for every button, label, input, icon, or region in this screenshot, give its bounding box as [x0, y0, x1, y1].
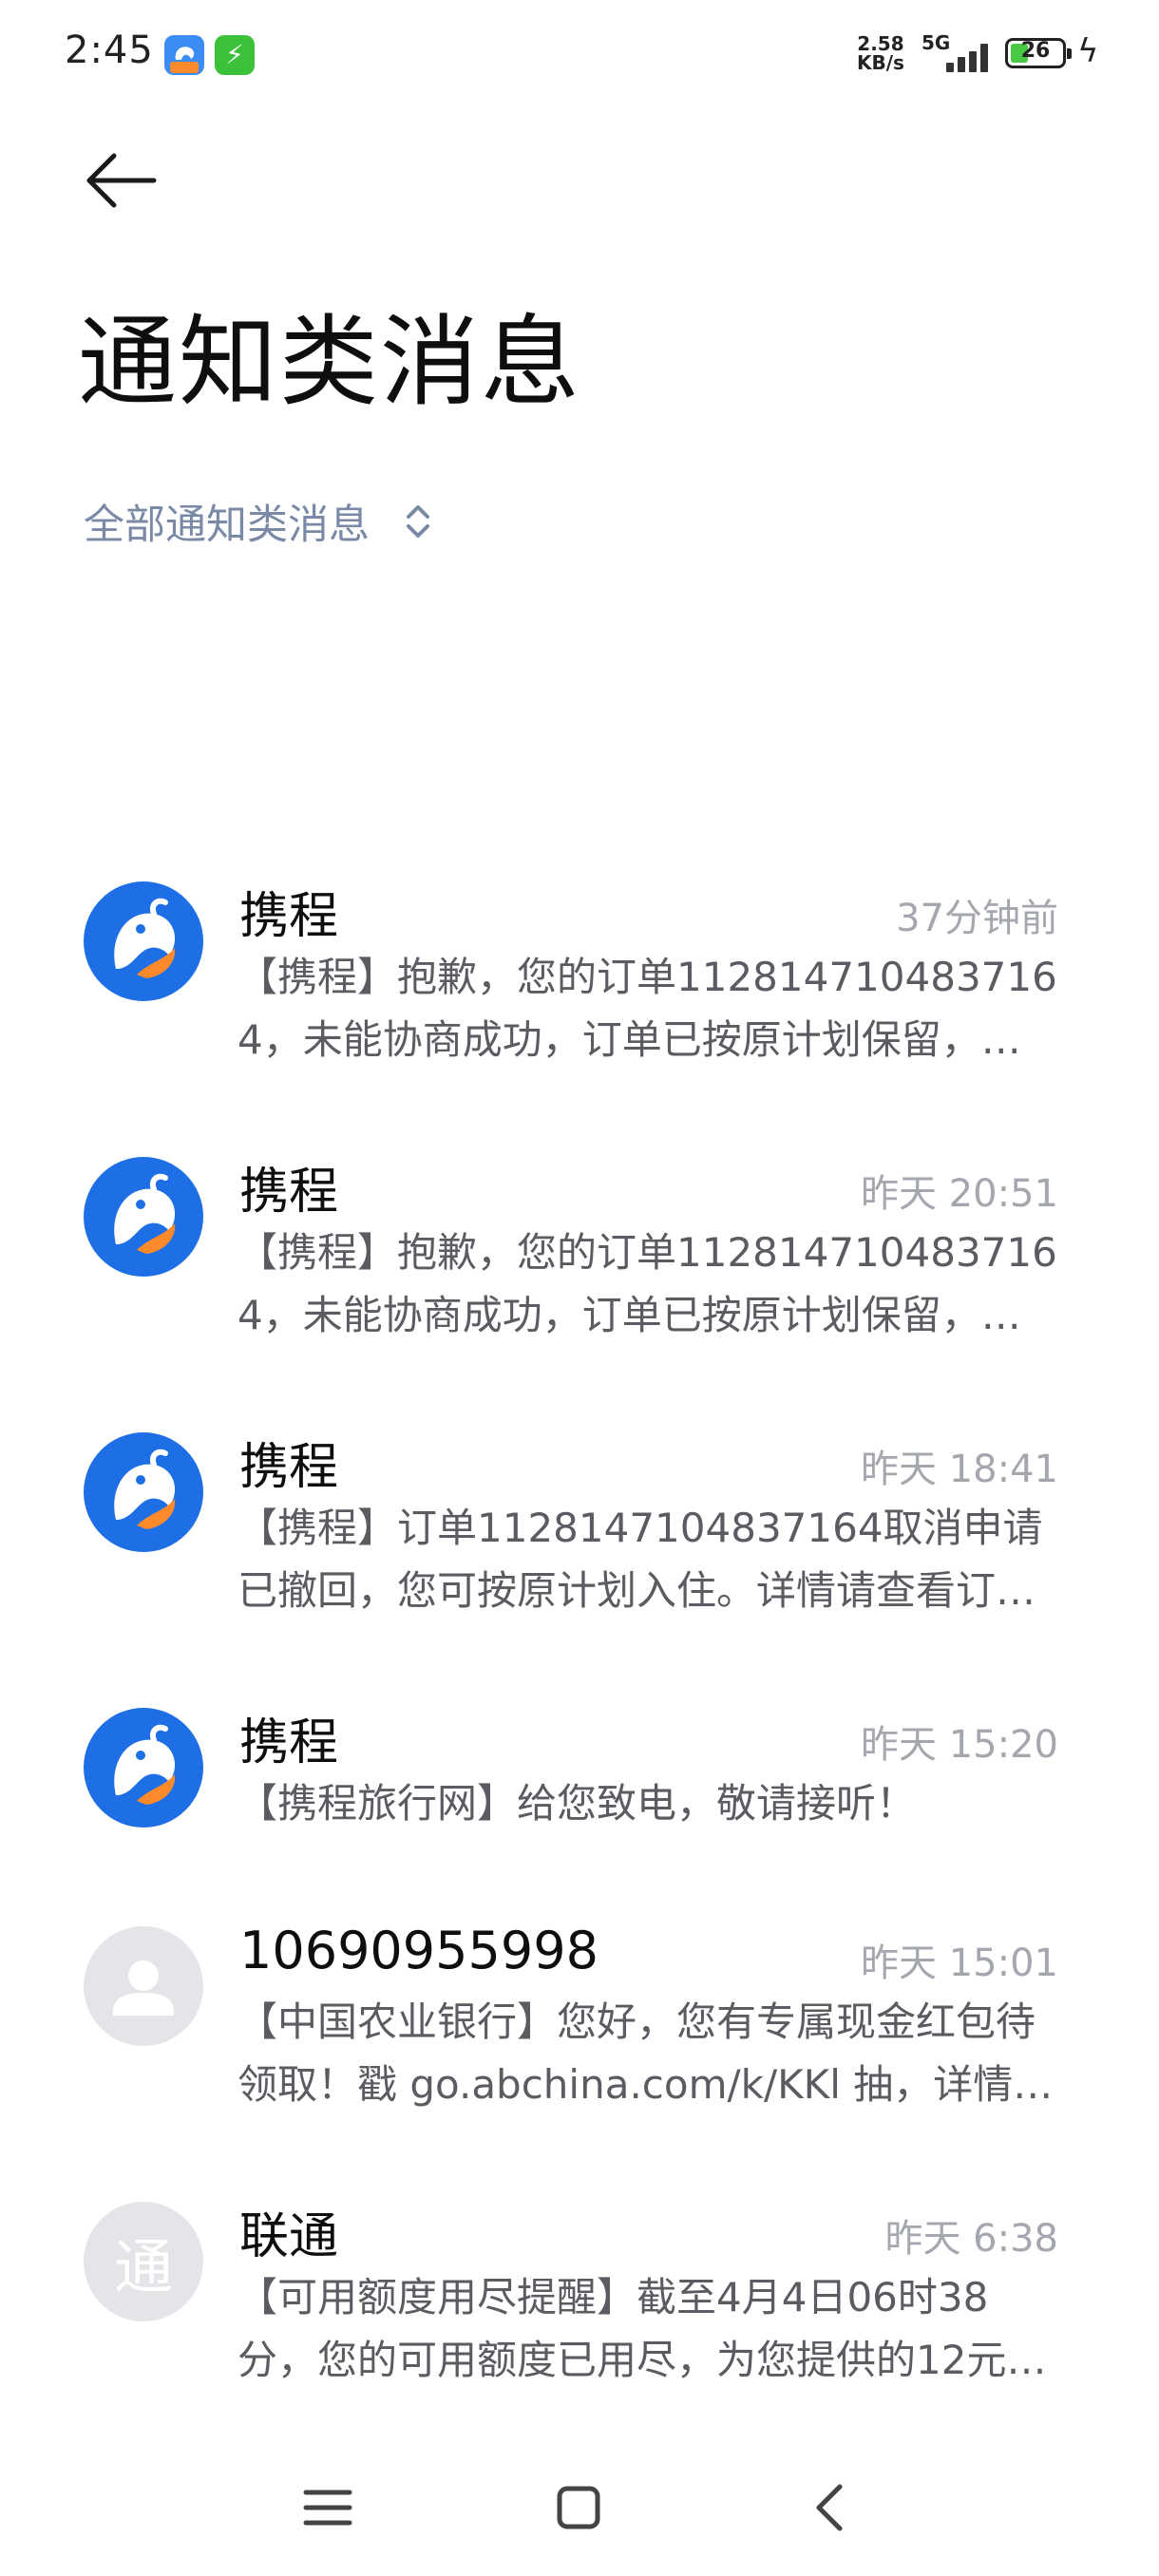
square-home-icon — [557, 2486, 600, 2529]
status-time: 2:45 — [65, 28, 154, 72]
chevron-up-down-icon — [407, 505, 429, 538]
battery-level: 26 — [1020, 39, 1051, 63]
message-time: 昨天 20:51 — [861, 1172, 1058, 1216]
menu-icon — [303, 2490, 352, 2526]
nav-home-button[interactable] — [536, 2470, 621, 2546]
message-item[interactable]: 通 联通 昨天 6:38 【可用额度用尽提醒】截至4月4日06时38分，您的可用… — [0, 2202, 1159, 2439]
page-title: 通知类消息 — [78, 304, 582, 420]
ctrip-dolphin-avatar-icon — [84, 1432, 203, 1552]
message-time: 37分钟前 — [896, 897, 1058, 940]
sender-name: 10690955998 — [239, 1921, 598, 1980]
sender-name: 携程 — [239, 888, 339, 945]
message-time: 昨天 15:20 — [861, 1723, 1058, 1767]
filter-label: 全部通知类消息 — [84, 502, 370, 549]
ctrip-dolphin-avatar-icon — [84, 881, 203, 1001]
sender-name: 携程 — [239, 1714, 339, 1771]
arrow-left-icon — [86, 153, 157, 208]
message-time: 昨天 6:38 — [884, 2217, 1058, 2261]
ctrip-notification-icon — [164, 35, 204, 75]
ctrip-dolphin-avatar-icon — [84, 1157, 203, 1277]
message-preview: 【携程】订单1128147104837164取消申请已撤回，您可按原计划入住。详… — [238, 1505, 1043, 1614]
sender-name: 携程 — [239, 1164, 339, 1221]
signal-bars-icon — [923, 42, 990, 72]
charging-app-notification-icon: ⚡ — [215, 35, 255, 75]
charging-bolt-icon: ϟ — [1077, 32, 1099, 70]
message-time: 昨天 18:41 — [861, 1448, 1058, 1491]
network-speed: 2.58 KB/s — [857, 34, 904, 72]
message-preview: 【携程】抱歉，您的订单1128147104837164，未能协商成功，订单已按原… — [238, 954, 1057, 1063]
chevron-left-icon — [816, 2484, 843, 2531]
text-avatar: 通 — [84, 2202, 203, 2321]
message-preview: 【中国农业银行】您好，您有专属现金红包待领取！戳 go.abchina.com/… — [238, 1998, 1054, 2108]
network-speed-value: 2.58 — [857, 32, 904, 55]
nav-back-button[interactable] — [788, 2470, 874, 2546]
back-button[interactable] — [78, 142, 169, 218]
ctrip-dolphin-avatar-icon — [84, 1708, 203, 1828]
message-filter-dropdown[interactable]: 全部通知类消息 — [84, 492, 434, 551]
sender-name: 联通 — [239, 2208, 339, 2265]
message-item[interactable]: 携程 昨天 18:41 【携程】订单1128147104837164取消申请已撤… — [0, 1432, 1159, 1670]
battery-icon: 26 — [1005, 38, 1072, 68]
message-preview: 【携程】抱歉，您的订单1128147104837164，未能协商成功，订单已按原… — [238, 1229, 1057, 1338]
message-item[interactable]: 10690955998 昨天 15:01 【中国农业银行】您好，您有专属现金红包… — [0, 1921, 1159, 2164]
message-item[interactable]: 携程 37分钟前 【携程】抱歉，您的订单1128147104837164，未能协… — [0, 881, 1159, 1119]
message-time: 昨天 15:01 — [861, 1941, 1058, 1985]
message-preview: 【可用额度用尽提醒】截至4月4日06时38分，您的可用额度已用尽，为您提供的12… — [238, 2274, 1047, 2383]
nav-menu-button[interactable] — [285, 2470, 370, 2546]
message-item[interactable]: 携程 昨天 15:20 【携程旅行网】给您致电，敬请接听！ — [0, 1708, 1159, 1945]
message-preview: 【携程旅行网】给您致电，敬请接听！ — [238, 1780, 917, 1827]
sender-name: 携程 — [239, 1439, 339, 1496]
person-avatar-icon — [84, 1926, 203, 2046]
network-speed-unit: KB/s — [857, 51, 904, 74]
message-item[interactable]: 携程 昨天 20:51 【携程】抱歉，您的订单1128147104837164，… — [0, 1157, 1159, 1394]
